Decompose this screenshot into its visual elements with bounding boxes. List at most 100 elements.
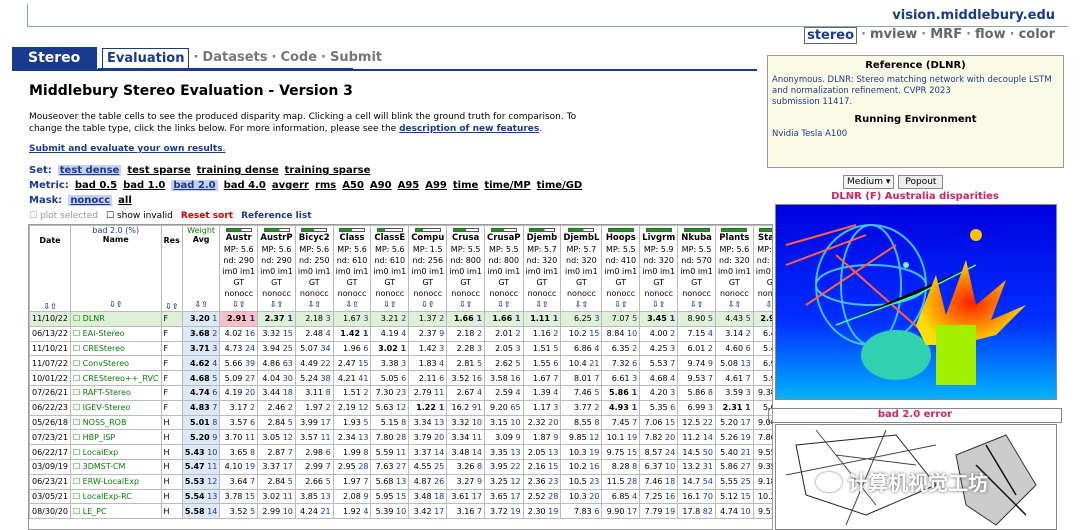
row-value[interactable]: 3.05 12 — [257, 429, 296, 446]
col-name[interactable]: bad 2.0 (%) Name ⇩⇧ — [69, 225, 162, 312]
row-value[interactable]: 2.91 1 — [219, 311, 259, 327]
features-link[interactable]: description of new features — [399, 124, 539, 134]
row-value[interactable]: 7.83 6 — [560, 503, 603, 520]
row-value[interactable]: 1.16 2 — [522, 325, 562, 342]
sort-arrows[interactable]: ⇩⇧ — [73, 300, 159, 309]
row-value[interactable]: 2.16 15 — [522, 458, 562, 475]
disparity-image[interactable] — [775, 204, 1057, 400]
row-res[interactable]: H — [160, 458, 183, 475]
row-value[interactable]: 5.86 8 — [677, 384, 716, 401]
sort-arrows[interactable]: ⇩⇧ — [411, 299, 444, 310]
row-value[interactable]: 4.20 3 — [639, 384, 679, 401]
row-value[interactable]: 5.05 6 — [370, 370, 410, 386]
row-value[interactable]: 5.49 3 — [752, 340, 772, 357]
subnav-mrf[interactable]: MRF — [930, 27, 962, 44]
row-value[interactable]: 3.77 2 — [560, 399, 603, 416]
row-name-text[interactable]: EAI-Stereo — [83, 329, 125, 338]
row-value[interactable]: 3.37 14 — [408, 444, 448, 460]
col-compu[interactable]: Compu MP: 1.5 nd: 256 im0 im1 GT nonocc ⇩⇧ — [408, 225, 448, 312]
row-date[interactable]: 03/05/21 — [29, 488, 71, 505]
row-value[interactable]: 2.30 19 — [522, 503, 562, 520]
row-value[interactable]: 2.84 5 — [257, 473, 296, 490]
row-value[interactable]: 2.34 13 — [332, 429, 372, 446]
col-plants[interactable]: Plants MP: 5.6 nd: 320 im0 im1 GT nonocc ⇩⇧ — [714, 225, 754, 312]
row-value[interactable]: 2.37 1 — [257, 311, 296, 327]
row-checkbox[interactable]: ☐ — [73, 359, 83, 368]
row-value[interactable]: 8.90 5 — [677, 311, 716, 327]
row-value[interactable]: 14.7 54 — [677, 473, 716, 490]
row-checkbox[interactable]: ☐ — [73, 344, 83, 353]
row-value[interactable]: 2.36 23 — [522, 473, 562, 490]
mask-all[interactable]: all — [118, 195, 132, 206]
row-value[interactable]: 7.32 6 — [601, 355, 641, 372]
row-name[interactable]: ☐ RAFT-Stereo — [69, 384, 162, 401]
sort-arrows[interactable]: ⇩⇧ — [680, 299, 713, 310]
row-res[interactable]: H — [160, 488, 183, 505]
col-livgrm[interactable]: Livgrm MP: 5.9 nd: 320 im0 im1 GT nonocc ⇩⇧ — [639, 225, 679, 312]
row-value[interactable]: 5.68 13 — [370, 473, 410, 490]
row-value[interactable]: 7.86 10 — [752, 429, 772, 446]
row-name-text[interactable]: LocalExp-RC — [83, 492, 132, 501]
col-class[interactable]: Class MP: 5.6 nd: 610 im0 im1 GT nonocc ⇩⇧ — [332, 225, 372, 312]
row-value[interactable]: 1.55 6 — [522, 355, 562, 372]
results-table-wrap[interactable]: Date ⇩⇧ bad 2.0 (%) Name ⇩⇧ Res ⇩⇧ Weight Avg ⇩⇧ A… — [28, 224, 773, 530]
row-value[interactable]: 3.48 18 — [408, 488, 448, 505]
row-value[interactable]: 11.5 28 — [601, 473, 641, 490]
row-value[interactable]: 5.09 27 — [219, 370, 259, 386]
row-checkbox[interactable]: ☐ — [73, 403, 83, 412]
row-value[interactable]: 3.72 19 — [484, 503, 524, 520]
subnav-color[interactable]: color — [1019, 27, 1055, 44]
row-value[interactable]: 2.18 3 — [294, 311, 334, 327]
metric-bad40[interactable]: bad 4.0 — [224, 180, 266, 191]
table-row[interactable]: 03/05/21 ☐ LocalExp-RC H 5.54 13 3.78 15 3.02… — [29, 488, 772, 505]
metric-a90[interactable]: A90 — [370, 180, 392, 191]
sort-arrows[interactable]: ⇩⇧ — [336, 299, 369, 310]
row-res[interactable]: F — [160, 340, 183, 357]
row-value[interactable]: 5.86 27 — [714, 458, 754, 475]
row-value[interactable]: 3.25 12 — [484, 473, 524, 490]
row-avg[interactable]: 3.68 2 — [181, 325, 221, 342]
row-value[interactable]: 3.58 16 — [484, 370, 524, 386]
col-res[interactable]: Res ⇩⇧ — [160, 225, 183, 312]
row-value[interactable]: 3.26 8 — [446, 458, 486, 475]
row-value[interactable]: 2.81 5 — [446, 355, 486, 372]
table-row[interactable]: 08/30/20 ☐ LE_PC H 5.58 14 3.52 5 2.99 10 4.24… — [29, 503, 772, 520]
row-value[interactable]: 4.19 4 — [370, 325, 410, 342]
row-checkbox[interactable]: ☐ — [73, 433, 83, 442]
row-value[interactable]: 3.99 17 — [294, 414, 334, 431]
table-row[interactable]: 10/01/22 ☐ CREStereo++_RVC F 4.68 5 5.09 27 4… — [29, 370, 772, 386]
row-avg[interactable]: 4.74 6 — [181, 384, 221, 401]
row-value[interactable]: 3.34 13 — [408, 414, 448, 431]
row-value[interactable]: 3.64 7 — [219, 473, 259, 490]
row-value[interactable]: 3.02 1 — [370, 340, 410, 357]
row-value[interactable]: 4.93 1 — [601, 399, 641, 416]
row-checkbox[interactable]: ☐ — [73, 507, 83, 516]
row-name[interactable]: ☐ LocalExp — [69, 444, 162, 460]
row-value[interactable]: 1.11 1 — [522, 311, 562, 327]
row-res[interactable]: H — [160, 429, 183, 446]
row-res[interactable]: F — [160, 370, 183, 386]
set-test-sparse[interactable]: test sparse — [127, 165, 190, 176]
sort-arrows[interactable]: ⇩⇧ — [526, 299, 559, 310]
row-date[interactable]: 10/01/22 — [29, 370, 71, 386]
row-value[interactable]: 2.31 1 — [714, 399, 754, 416]
row-value[interactable]: 4.55 25 — [408, 458, 448, 475]
row-value[interactable]: 2.01 2 — [484, 325, 524, 342]
row-value[interactable]: 6.86 4 — [560, 340, 603, 357]
row-name[interactable]: ☐ LE_PC — [69, 503, 162, 520]
row-date[interactable]: 06/22/17 — [29, 444, 71, 460]
table-row[interactable]: 06/22/17 ☐ LocalExp H 5.43 10 3.65 8 2.87 7 2.… — [29, 444, 772, 460]
row-value[interactable]: 2.28 3 — [446, 340, 486, 357]
table-row[interactable]: 05/26/18 ☐ NOSS_ROB H 5.01 8 3.57 6 2.84 5 3.9… — [29, 414, 772, 431]
row-value[interactable]: 1.97 2 — [294, 399, 334, 416]
row-value[interactable]: 9.38 21 — [752, 384, 772, 401]
row-date[interactable]: 08/30/20 — [29, 503, 71, 520]
row-value[interactable]: 2.08 9 — [332, 488, 372, 505]
row-name-text[interactable]: IGEV-Stereo — [83, 403, 131, 412]
row-value[interactable]: 3.37 17 — [257, 458, 296, 475]
sort-arrows[interactable]: ⇩⇧ — [756, 299, 772, 310]
row-value[interactable]: 10.5 23 — [560, 473, 603, 490]
row-name[interactable]: ☐ NOSS_ROB — [69, 414, 162, 431]
row-avg[interactable]: 3.71 3 — [181, 340, 221, 357]
row-value[interactable]: 3.16 7 — [446, 503, 486, 520]
